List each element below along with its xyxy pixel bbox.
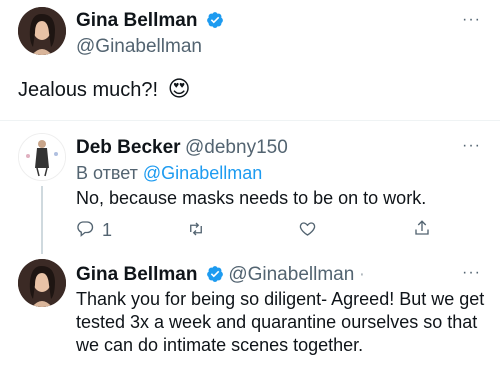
thread-line — [41, 186, 43, 254]
reply-icon — [76, 219, 94, 242]
replying-to-label: В ответ — [76, 163, 138, 183]
retweet-action[interactable] — [186, 220, 206, 243]
divider — [0, 120, 500, 121]
tweet-text-content: Jealous much?! — [18, 79, 159, 101]
share-icon — [413, 219, 431, 242]
ellipsis-icon[interactable]: ··· — [462, 12, 481, 28]
heart-icon — [298, 220, 317, 243]
heart-eyes-emoji-icon: 😍 — [167, 76, 191, 101]
reply-text: No, because masks needs to be on to work… — [76, 188, 427, 208]
separator-dot: · — [358, 264, 366, 285]
reply-header: Deb Becker @debny150 — [76, 137, 288, 159]
reply-header: Gina Bellman @Ginabellman · — [76, 264, 365, 288]
replying-to-handle[interactable]: @Ginabellman — [143, 163, 262, 183]
tweet-text: Jealous much?! 😍 — [18, 77, 191, 102]
avatar-gina-bellman[interactable] — [18, 7, 66, 55]
ellipsis-icon[interactable]: ··· — [462, 265, 481, 281]
reply-text: Thank you for being so diligent- Agreed!… — [76, 289, 485, 355]
author-handle[interactable]: @debny150 — [185, 137, 288, 158]
ellipsis-icon[interactable]: ··· — [462, 138, 481, 154]
reply-action[interactable]: 1 — [76, 219, 112, 242]
author-name[interactable]: Deb Becker — [76, 137, 181, 158]
avatar-gina-bellman[interactable] — [18, 259, 66, 307]
author-handle[interactable]: @Ginabellman — [228, 264, 354, 285]
replying-to: В ответ @Ginabellman — [76, 162, 262, 185]
share-action[interactable] — [413, 219, 431, 242]
retweet-icon — [186, 220, 206, 243]
author-name[interactable]: Gina Bellman — [76, 264, 197, 285]
verified-badge-icon — [206, 265, 224, 288]
verified-badge-icon — [206, 11, 224, 34]
reply-count: 1 — [102, 220, 113, 240]
author-name[interactable]: Gina Bellman — [76, 10, 197, 31]
author-info: Gina Bellman @Ginabellman — [76, 10, 224, 58]
avatar-deb-becker[interactable] — [18, 133, 66, 181]
author-handle[interactable]: @Ginabellman — [76, 36, 224, 58]
like-action[interactable] — [298, 220, 317, 243]
